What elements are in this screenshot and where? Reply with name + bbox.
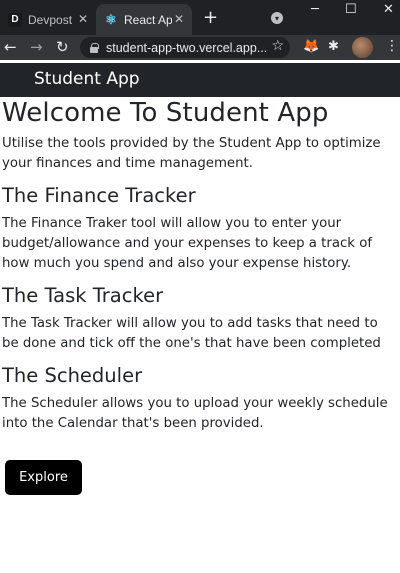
new-tab-icon[interactable]: + [203, 7, 218, 28]
extensions-puzzle-icon[interactable]: ✱ [328, 39, 339, 54]
browser-menu-icon[interactable]: ⋮ [385, 38, 399, 54]
back-arrow-icon[interactable]: ← [4, 38, 17, 56]
section-text-scheduler: The Scheduler allows you to upload your … [2, 396, 388, 431]
app-navbar: Student App [0, 63, 400, 97]
tab-title: Devpost [28, 12, 73, 27]
tab-devpost[interactable]: D Devpost ✕ [0, 4, 96, 35]
forward-arrow-icon[interactable]: → [30, 38, 43, 56]
section-text-finance-tracker: The Finance Traker tool will allow you t… [2, 216, 373, 271]
minimize-icon[interactable]: ─ [311, 2, 319, 17]
browser-toolbar: ← → ↻ student-app-two.vercel.app... ☆ 🦊 … [0, 35, 400, 60]
metamask-extension-icon[interactable]: 🦊 [303, 39, 319, 54]
address-bar[interactable]: student-app-two.vercel.app... ☆ [80, 37, 290, 58]
page-title: Welcome To Student App [2, 98, 329, 128]
react-icon: ⚛ [105, 11, 117, 27]
section-text-task-tracker: The Task Tracker will allow you to add t… [2, 316, 381, 351]
section-title-finance-tracker: The Finance Tracker [2, 184, 196, 207]
maximize-icon[interactable]: ☐ [345, 2, 357, 17]
url-text: student-app-two.vercel.app... [106, 40, 266, 55]
navbar-brand[interactable]: Student App [34, 69, 140, 89]
tab-react-app[interactable]: ⚛ React App ✕ [96, 4, 192, 35]
tab-title: React App [124, 12, 172, 27]
explore-button[interactable]: Explore [5, 460, 82, 495]
lock-icon [90, 43, 99, 53]
main-content: Welcome To Student App Utilise the tools… [2, 98, 398, 434]
devpost-favicon-icon: D [8, 12, 22, 27]
close-window-icon[interactable]: ✕ [383, 2, 394, 17]
bookmark-star-icon[interactable]: ☆ [271, 38, 284, 54]
reload-icon[interactable]: ↻ [56, 38, 69, 56]
profile-avatar[interactable] [352, 37, 373, 58]
section-title-scheduler: The Scheduler [2, 364, 143, 387]
close-icon[interactable]: ✕ [78, 12, 88, 26]
intro-text: Utilise the tools provided by the Studen… [2, 136, 381, 171]
close-icon[interactable]: ✕ [174, 12, 184, 26]
tab-search-icon[interactable]: ▾ [271, 12, 283, 24]
browser-tabstrip: D Devpost ✕ ⚛ React App ✕ + ▾ ─ ☐ ✕ [0, 0, 400, 35]
section-title-task-tracker: The Task Tracker [2, 284, 164, 307]
